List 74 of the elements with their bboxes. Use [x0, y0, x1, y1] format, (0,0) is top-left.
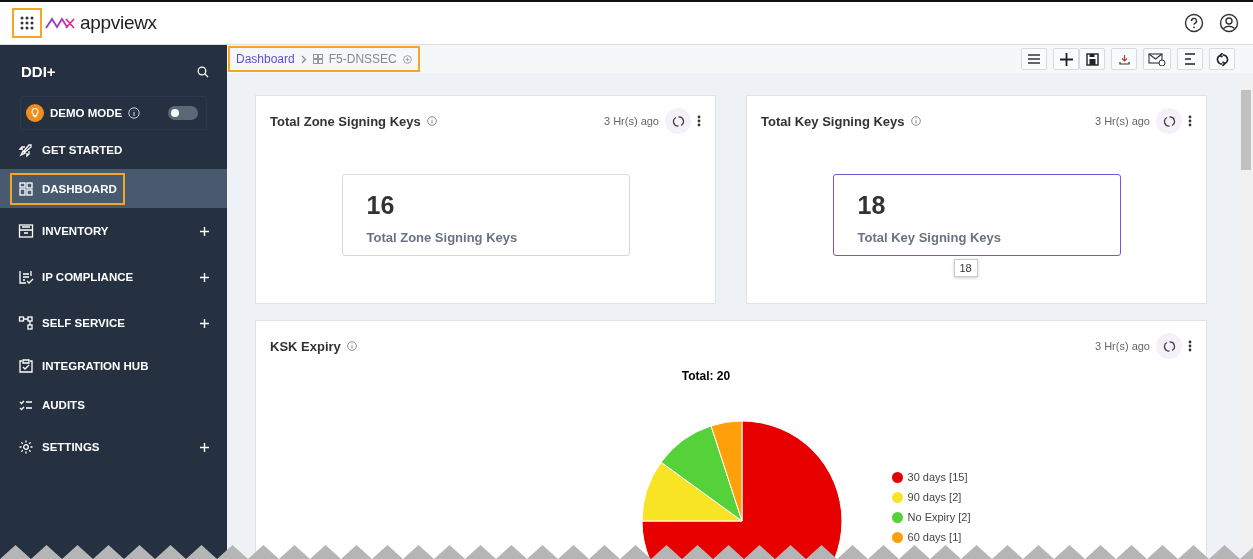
sidebar-item[interactable]: SELF SERVICE [0, 300, 227, 346]
user-icon[interactable] [1219, 13, 1239, 33]
menu-icon [1027, 53, 1041, 65]
updated-time: 3 Hr(s) ago [603, 115, 659, 127]
tooltip: 18 [953, 259, 978, 277]
breadcrumb-link[interactable]: Dashboard [236, 52, 295, 66]
refresh-icon [671, 114, 685, 128]
logo-wave-icon [45, 16, 75, 30]
chevron-right-icon [300, 54, 307, 64]
sidebar-item[interactable]: IP COMPLIANCE [0, 254, 227, 300]
sidebar-item[interactable]: SETTINGS [0, 424, 227, 470]
refresh-button[interactable] [1156, 333, 1182, 359]
cabinet-icon [18, 223, 34, 239]
save-button[interactable] [1079, 48, 1105, 70]
scrollbar[interactable] [1239, 75, 1253, 559]
legend-label[interactable]: No Expiry [2] [907, 511, 971, 523]
menu-button[interactable] [1021, 48, 1047, 70]
stat-value: 18 [857, 191, 887, 220]
mail-schedule-button[interactable] [1143, 48, 1171, 70]
help-icon[interactable] [1184, 13, 1204, 33]
legend-label[interactable]: 60 days [1] [907, 531, 962, 543]
checklist-icon [18, 269, 34, 285]
legend-label[interactable]: 90 days [2] [907, 491, 962, 503]
sidebar-item[interactable]: INVENTORY [0, 208, 227, 254]
more-options-icon[interactable] [1188, 340, 1192, 352]
sidebar-item[interactable]: GET STARTED [0, 130, 227, 169]
chart-title: Total: 20 [681, 369, 731, 383]
legend-label[interactable]: 30 days [15] [907, 471, 968, 483]
stat-tile[interactable]: 16 Total Zone Signing Keys [341, 174, 630, 256]
grid-icon [18, 180, 34, 197]
refresh-icon [1162, 339, 1176, 353]
refresh-icon [1162, 114, 1176, 128]
refresh-button[interactable] [1209, 48, 1235, 70]
refresh-button[interactable] [1156, 108, 1182, 134]
gear-icon [18, 439, 34, 455]
demo-mode-toggle[interactable] [168, 106, 199, 120]
clipboard-icon [18, 357, 34, 374]
sidebar-title: DDI+ [21, 63, 56, 80]
card-title: Total Zone Signing Keys [270, 113, 421, 129]
stat-label: Total Key Signing Keys [857, 230, 1002, 245]
expand-plus-icon[interactable] [200, 272, 209, 282]
download-button[interactable] [1111, 48, 1137, 70]
envelope-clock-icon [1148, 52, 1166, 66]
sidebar-item[interactable]: INTEGRATION HUB [0, 346, 227, 385]
updated-time: 3 Hr(s) ago [1094, 115, 1150, 127]
more-options-icon[interactable] [697, 115, 701, 127]
more-options-icon[interactable] [1188, 115, 1192, 127]
lightbulb-icon [26, 104, 44, 122]
rocket-icon [18, 141, 34, 158]
card-title: KSK Expiry [270, 338, 341, 354]
breadcrumb-current: F5-DNSSEC [328, 52, 397, 66]
grid-icon [20, 16, 34, 30]
logo-text: appviewx [80, 12, 157, 34]
expand-plus-icon[interactable] [200, 442, 209, 452]
refresh-icon [1215, 52, 1229, 66]
expand-plus-icon[interactable] [200, 318, 209, 328]
demo-mode-label: DEMO MODE [50, 107, 123, 119]
sidebar-item[interactable]: AUDITS [0, 385, 227, 424]
updated-time: 3 Hr(s) ago [1094, 340, 1150, 352]
add-button[interactable] [1053, 48, 1079, 70]
grid-icon [312, 54, 323, 64]
stat-label: Total Zone Signing Keys [366, 230, 519, 245]
search-icon[interactable] [197, 65, 209, 78]
sidebar-item[interactable]: DASHBOARD [0, 169, 227, 208]
flowchart-icon [18, 315, 34, 331]
apps-grid-button[interactable] [14, 10, 40, 36]
align-left-button[interactable] [1177, 48, 1203, 70]
download-icon [1118, 53, 1130, 65]
align-left-icon [1184, 53, 1196, 65]
refresh-button[interactable] [665, 108, 691, 134]
plus-icon [1059, 52, 1073, 66]
expand-plus-icon[interactable] [200, 226, 209, 236]
card-title: Total Key Signing Keys [761, 113, 905, 129]
stat-value: 16 [366, 191, 396, 220]
